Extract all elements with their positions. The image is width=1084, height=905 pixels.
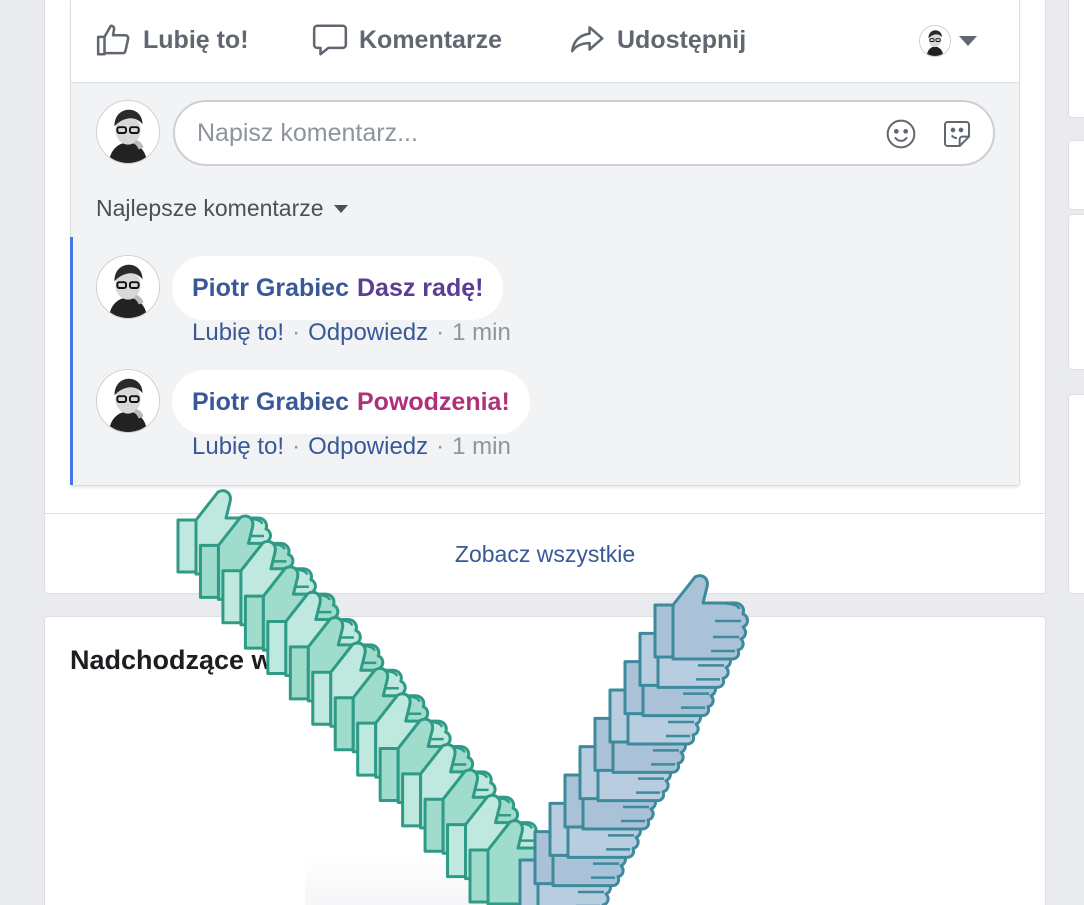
comment-timestamp[interactable]: 1 min	[452, 319, 511, 347]
comment-reply-link[interactable]: Odpowiedz	[308, 433, 428, 461]
separator-dot: ·	[292, 433, 301, 460]
comment-label: Komentarze	[359, 25, 503, 54]
comment-text: Powodzenia!	[357, 387, 510, 416]
post-action-bar: Lubię to! Komentarze Udostępnij	[71, 0, 1019, 83]
comment-input-box[interactable]	[173, 100, 995, 166]
comment-item: Piotr Grabiec Powodzenia! Lubię to! · Od…	[96, 369, 976, 479]
thumbs-up-icon	[96, 24, 130, 56]
comment-reply-link[interactable]: Odpowiedz	[308, 319, 428, 347]
see-all-link[interactable]: Zobacz wszystkie	[45, 541, 1045, 568]
comment-author[interactable]: Piotr Grabiec	[192, 274, 349, 303]
comment-actions: Lubię to! · Odpowiedz · 1 min	[192, 319, 511, 347]
right-column-card	[1068, 140, 1084, 210]
sticker-icon[interactable]	[941, 118, 973, 150]
comments-sort-dropdown[interactable]: Najlepsze komentarze	[96, 195, 348, 222]
comments-section: Najlepsze komentarze Piotr Grabiec Dasz …	[70, 83, 1019, 485]
comment-like-link[interactable]: Lubię to!	[192, 433, 284, 461]
audience-selector[interactable]	[919, 25, 977, 57]
comment-bubble: Piotr Grabiec Powodzenia!	[172, 370, 530, 434]
share-label: Udostępnij	[617, 25, 747, 54]
chevron-down-icon	[959, 36, 977, 46]
right-column-card	[1068, 0, 1084, 118]
share-arrow-icon	[570, 26, 604, 53]
comment-timestamp[interactable]: 1 min	[452, 433, 511, 461]
like-button[interactable]: Lubię to!	[95, 21, 249, 59]
share-button[interactable]: Udostępnij	[569, 21, 746, 59]
speech-bubble-icon	[312, 24, 348, 56]
comment-author[interactable]: Piotr Grabiec	[192, 388, 349, 417]
commenter-avatar[interactable]	[96, 369, 160, 433]
right-column-card	[1068, 214, 1084, 370]
comment-like-link[interactable]: Lubię to!	[192, 319, 284, 347]
right-column-card	[1068, 394, 1084, 594]
separator-dot: ·	[436, 433, 445, 460]
comment-bubble: Piotr Grabiec Dasz radę!	[172, 256, 504, 320]
upcoming-events-card: Nadchodzące wydar	[44, 616, 1046, 905]
fade-overlay	[305, 857, 585, 905]
comment-button[interactable]: Komentarze	[311, 21, 502, 59]
sort-label: Najlepsze komentarze	[96, 195, 324, 221]
separator-dot: ·	[292, 319, 301, 346]
smiley-icon[interactable]	[885, 118, 917, 150]
separator-dot: ·	[436, 319, 445, 346]
comment-text: Dasz radę!	[357, 273, 484, 302]
shared-post: Lubię to! Komentarze Udostępnij Napisz k…	[70, 0, 1020, 486]
current-user-avatar[interactable]	[96, 100, 160, 164]
comment-item: Piotr Grabiec Dasz radę! Lubię to! · Odp…	[96, 255, 976, 365]
comment-input[interactable]	[197, 118, 857, 148]
highlight-stripe	[70, 237, 73, 485]
commenter-avatar[interactable]	[96, 255, 160, 319]
profile-avatar	[919, 25, 951, 57]
divider	[45, 513, 1045, 514]
events-title: Nadchodzące wydar	[70, 645, 330, 675]
like-label: Lubię to!	[143, 25, 249, 54]
comment-actions: Lubię to! · Odpowiedz · 1 min	[192, 433, 511, 461]
chevron-down-icon	[333, 204, 348, 213]
